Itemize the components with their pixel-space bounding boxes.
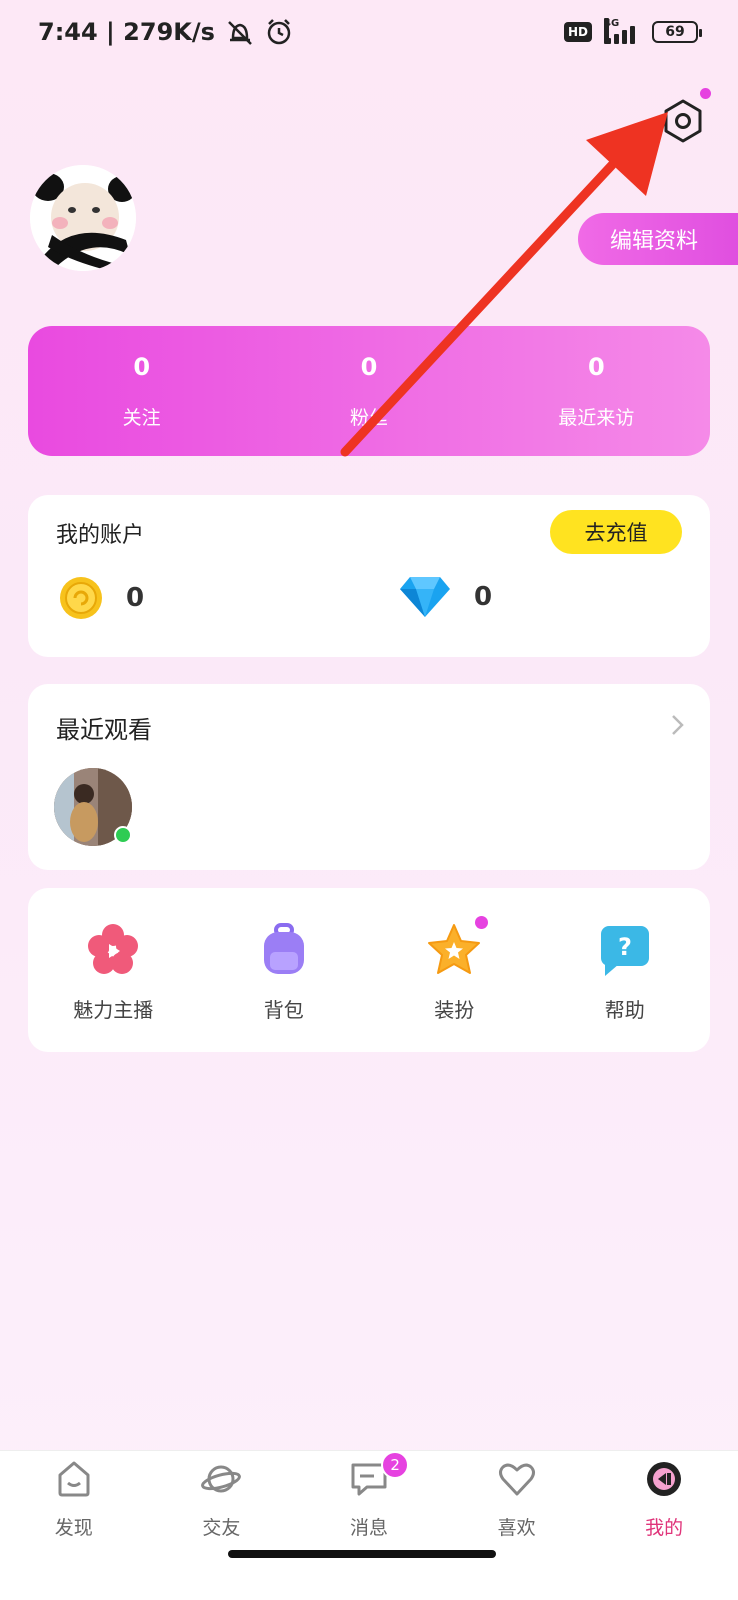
alarm-icon bbox=[267, 19, 291, 45]
diamond-value: 0 bbox=[474, 582, 493, 612]
menu-label: 帮助 bbox=[604, 998, 645, 1022]
battery-icon: 69 bbox=[652, 21, 702, 43]
stat-following[interactable]: 0 关注 bbox=[28, 326, 255, 456]
diamond-icon bbox=[400, 577, 450, 617]
recharge-button[interactable]: 去充值 bbox=[550, 510, 682, 554]
status-bar: 7:44 | 279K/s HD 4G 69 bbox=[0, 0, 738, 64]
menu-label: 背包 bbox=[263, 998, 304, 1022]
status-time: 7:44 | 279K/s bbox=[38, 18, 215, 46]
svg-text:?: ? bbox=[618, 933, 632, 961]
account-card: 我的账户 去充值 0 0 bbox=[28, 495, 710, 657]
stat-value: 0 bbox=[360, 352, 378, 381]
nav-item-discover[interactable]: 发现 bbox=[0, 1451, 148, 1600]
message-badge: 2 bbox=[381, 1451, 410, 1479]
nav-item-likes[interactable]: 喜欢 bbox=[443, 1451, 591, 1600]
star-icon bbox=[428, 924, 481, 974]
dressup-notification-dot bbox=[475, 916, 488, 929]
stat-label: 粉丝 bbox=[349, 406, 388, 429]
backpack-icon bbox=[263, 923, 304, 974]
menu-item-charm-host[interactable]: 魅力主播 bbox=[28, 888, 199, 1052]
settings-notification-dot bbox=[700, 88, 711, 99]
settings-icon[interactable] bbox=[660, 98, 706, 144]
heart-icon bbox=[498, 1463, 535, 1496]
diamond-balance[interactable]: 0 bbox=[398, 575, 492, 619]
nav-item-me[interactable]: 我的 bbox=[590, 1451, 738, 1600]
coin-icon bbox=[60, 577, 102, 619]
chevron-right-icon[interactable] bbox=[666, 714, 688, 736]
recent-card[interactable]: 最近观看 bbox=[28, 684, 710, 870]
nav-label: 交友 bbox=[202, 1517, 241, 1539]
stat-fans[interactable]: 0 粉丝 bbox=[255, 326, 482, 456]
coin-value: 0 bbox=[126, 583, 145, 613]
status-right: HD 4G 69 bbox=[563, 18, 702, 44]
nav-item-friends[interactable]: 交友 bbox=[148, 1451, 296, 1600]
mute-icon bbox=[228, 21, 252, 45]
planet-icon bbox=[201, 1465, 242, 1493]
bottom-nav: 发现 交友 2 消息 喜欢 我的 bbox=[0, 1450, 738, 1600]
stat-value: 0 bbox=[133, 352, 151, 381]
nav-label: 我的 bbox=[645, 1517, 684, 1539]
flower-icon bbox=[88, 924, 139, 974]
menu-item-backpack[interactable]: 背包 bbox=[199, 888, 370, 1052]
panda-avatar-icon bbox=[30, 165, 136, 271]
battery-level: 69 bbox=[665, 24, 685, 40]
account-title: 我的账户 bbox=[56, 523, 145, 548]
menu-label: 装扮 bbox=[434, 998, 475, 1022]
nav-label: 喜欢 bbox=[497, 1517, 536, 1539]
stats-card: 0 关注 0 粉丝 0 最近来访 bbox=[28, 326, 710, 456]
menu-label: 魅力主播 bbox=[73, 998, 154, 1022]
signal-icon: 4G bbox=[604, 18, 640, 44]
stat-recent-visitors[interactable]: 0 最近来访 bbox=[483, 326, 710, 456]
nav-item-messages[interactable]: 2 消息 bbox=[295, 1451, 443, 1600]
stat-label: 关注 bbox=[122, 406, 161, 429]
help-icon: ? bbox=[600, 926, 649, 976]
status-left: 7:44 | 279K/s bbox=[38, 18, 293, 46]
coin-balance[interactable]: 0 bbox=[58, 575, 144, 621]
online-status-dot bbox=[114, 826, 132, 844]
nav-label: 消息 bbox=[349, 1517, 388, 1539]
profile-icon bbox=[647, 1462, 682, 1496]
hd-badge: HD bbox=[563, 22, 592, 42]
recent-title: 最近观看 bbox=[56, 716, 152, 744]
menu-card: 魅力主播 背包 装扮 ? 帮助 bbox=[28, 888, 710, 1052]
nav-label: 发现 bbox=[54, 1517, 93, 1539]
menu-item-help[interactable]: ? 帮助 bbox=[540, 888, 711, 1052]
menu-item-dressup[interactable]: 装扮 bbox=[369, 888, 540, 1052]
home-indicator bbox=[228, 1550, 496, 1558]
home-icon bbox=[58, 1461, 90, 1497]
stat-value: 0 bbox=[587, 352, 605, 381]
avatar[interactable] bbox=[30, 165, 136, 271]
stat-label: 最近来访 bbox=[558, 406, 635, 429]
edit-profile-button[interactable]: 编辑资料 bbox=[578, 213, 738, 265]
